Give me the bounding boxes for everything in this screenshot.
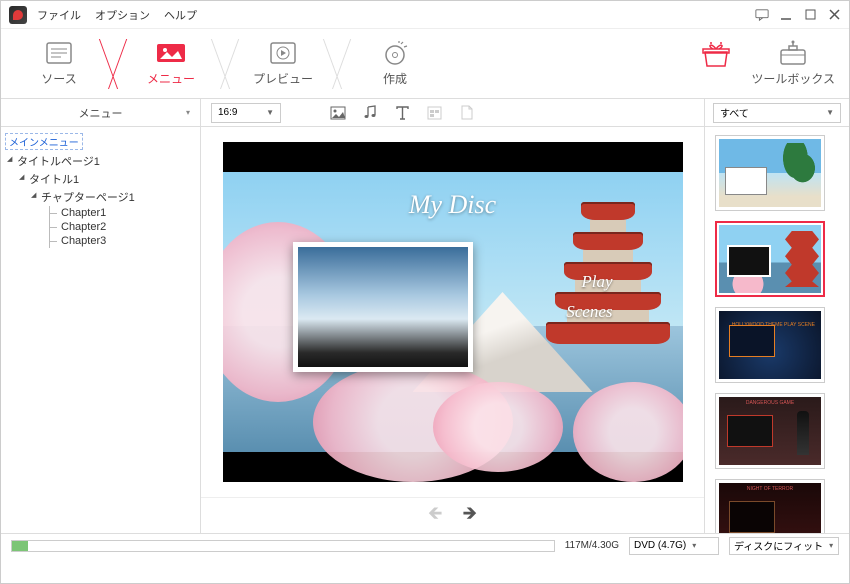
tree-header-dropdown[interactable]: メニュー bbox=[1, 99, 201, 126]
template-item[interactable] bbox=[715, 221, 825, 297]
template-item[interactable]: DANGEROUS GAME bbox=[715, 393, 825, 469]
music-tool-icon[interactable] bbox=[361, 104, 379, 122]
bg-blossom bbox=[573, 382, 683, 482]
step-menu-label: メニュー bbox=[147, 70, 195, 87]
preview-icon bbox=[268, 40, 298, 66]
menu-file[interactable]: ファイル bbox=[37, 7, 81, 23]
status-bar: 117M/4.30G DVD (4.7G) ディスクにフィット bbox=[1, 533, 849, 557]
step-source-label: ソース bbox=[41, 70, 76, 87]
page-nav: 🡸 🡺 bbox=[201, 497, 704, 533]
create-icon bbox=[380, 40, 410, 66]
image-tool-icon[interactable] bbox=[329, 104, 347, 122]
tree-chapter[interactable]: Chapter1 bbox=[41, 206, 196, 220]
app-icon bbox=[9, 6, 27, 24]
menu-bar: ファイル オプション ヘルプ bbox=[37, 7, 197, 23]
chevron-down-icon: ▼ bbox=[826, 108, 834, 117]
step-source[interactable]: ソース bbox=[15, 29, 103, 99]
fit-mode-select[interactable]: ディスクにフィット bbox=[729, 537, 839, 555]
disc-usage-bar bbox=[11, 540, 555, 552]
disc-type-value: DVD (4.7G) bbox=[634, 540, 686, 551]
main-toolbar: ソース メニュー プレビュー 作成 ツールボックス bbox=[1, 29, 849, 99]
template-filter-select[interactable]: すべて ▼ bbox=[713, 103, 841, 123]
aspect-ratio-select[interactable]: 16:9 ▼ bbox=[211, 103, 281, 123]
disc-type-select[interactable]: DVD (4.7G) bbox=[629, 537, 719, 555]
template-list[interactable]: HOLLYWOOD THEME PLAY SCENE DANGEROUS GAM… bbox=[704, 127, 849, 533]
toolbox-icon bbox=[778, 40, 808, 66]
chevron-down-icon: ▼ bbox=[266, 108, 274, 117]
maximize-button[interactable] bbox=[803, 8, 817, 22]
template-item[interactable] bbox=[715, 135, 825, 211]
tree-chapter-page[interactable]: チャプターページ1 bbox=[29, 188, 196, 206]
step-create-label: 作成 bbox=[383, 70, 407, 87]
tree-caption: メインメニュー bbox=[5, 133, 83, 150]
step-preview[interactable]: プレビュー bbox=[239, 29, 327, 99]
tree-title-page[interactable]: タイトルページ1 bbox=[5, 152, 196, 170]
preview-pane: My Disc Play Scenes 🡸 🡺 bbox=[201, 127, 704, 533]
disc-usage-fill bbox=[12, 541, 28, 551]
minimize-button[interactable] bbox=[779, 8, 793, 22]
chevron-sep bbox=[103, 29, 127, 99]
bg-blossom bbox=[433, 382, 563, 472]
close-button[interactable] bbox=[827, 8, 841, 22]
feedback-icon[interactable] bbox=[755, 8, 769, 22]
menu-help[interactable]: ヘルプ bbox=[164, 7, 197, 23]
gift-button[interactable] bbox=[701, 40, 731, 87]
tree-header-label: メニュー bbox=[79, 105, 123, 121]
chevron-sep bbox=[327, 29, 351, 99]
gift-icon bbox=[701, 40, 731, 68]
tree-chapter[interactable]: Chapter3 bbox=[41, 234, 196, 248]
sub-toolbar: メニュー 16:9 ▼ すべて ▼ bbox=[1, 99, 849, 127]
menu-tree-pane: メインメニュー タイトルページ1 タイトル1 チャプターページ1 Chapter… bbox=[1, 127, 201, 533]
template-item[interactable]: HOLLYWOOD THEME PLAY SCENE bbox=[715, 307, 825, 383]
tree-title[interactable]: タイトル1 bbox=[17, 170, 196, 188]
step-preview-label: プレビュー bbox=[253, 70, 313, 87]
chevron-sep bbox=[215, 29, 239, 99]
step-menu[interactable]: メニュー bbox=[127, 29, 215, 99]
next-page-arrow[interactable]: 🡺 bbox=[463, 501, 478, 531]
menu-option[interactable]: オプション bbox=[95, 7, 150, 23]
fit-mode-value: ディスクにフィット bbox=[734, 538, 823, 553]
video-thumbnail[interactable] bbox=[293, 242, 473, 372]
aspect-ratio-value: 16:9 bbox=[218, 107, 237, 118]
menu-canvas[interactable]: My Disc Play Scenes bbox=[223, 142, 683, 482]
tree-chapter[interactable]: Chapter2 bbox=[41, 220, 196, 234]
source-icon bbox=[44, 40, 74, 66]
play-button-text[interactable]: Play bbox=[581, 272, 612, 292]
template-item[interactable]: NIGHT OF TERROR bbox=[715, 479, 825, 533]
text-tool-icon[interactable] bbox=[393, 104, 411, 122]
page-tool-icon[interactable] bbox=[457, 104, 475, 122]
toolbox-label: ツールボックス bbox=[751, 70, 835, 87]
step-create[interactable]: 作成 bbox=[351, 29, 439, 99]
titlebar: ファイル オプション ヘルプ bbox=[1, 1, 849, 29]
chapter-tool-icon[interactable] bbox=[425, 104, 443, 122]
prev-page-arrow[interactable]: 🡸 bbox=[428, 501, 443, 531]
disc-title-text[interactable]: My Disc bbox=[409, 190, 496, 220]
disc-usage-text: 117M/4.30G bbox=[565, 540, 619, 551]
toolbox-button[interactable]: ツールボックス bbox=[751, 40, 835, 87]
main-area: メインメニュー タイトルページ1 タイトル1 チャプターページ1 Chapter… bbox=[1, 127, 849, 533]
scenes-button-text[interactable]: Scenes bbox=[566, 302, 612, 322]
template-filter-value: すべて bbox=[720, 105, 749, 120]
menu-icon bbox=[156, 40, 186, 66]
